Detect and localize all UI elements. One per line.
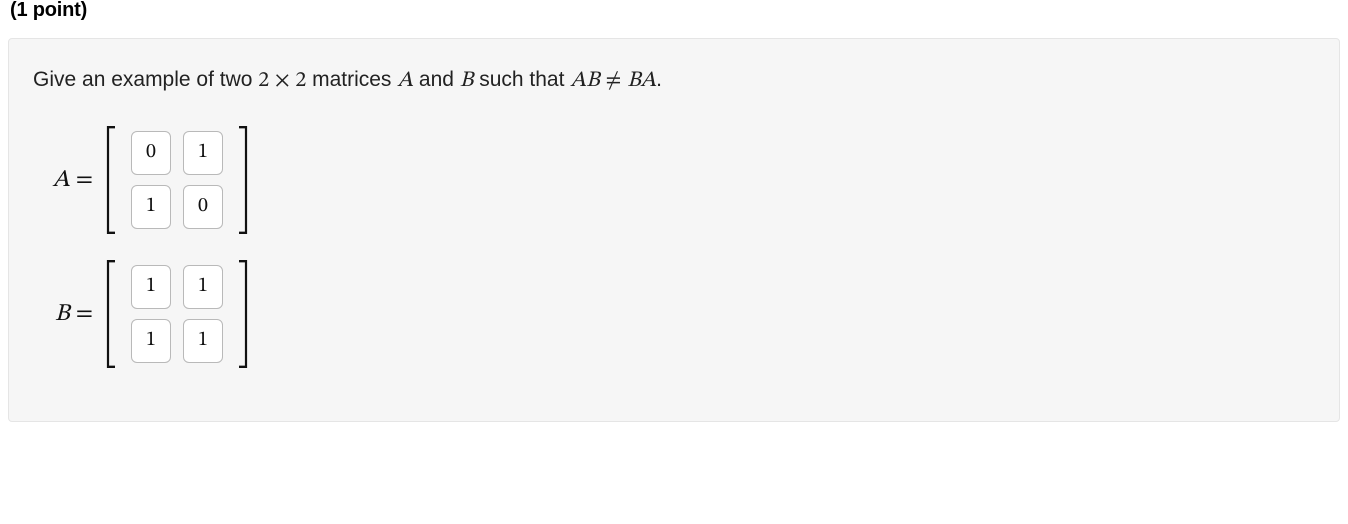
left-bracket-icon — [105, 259, 117, 369]
matrix-A-grid — [127, 125, 227, 235]
matrix-B-label: B — [55, 302, 70, 326]
matrix-B-equation: B= — [41, 259, 1315, 369]
prompt-mid2: and — [413, 68, 460, 91]
matrix-A-cell-0-1[interactable] — [183, 131, 223, 175]
var-A: A — [397, 70, 413, 92]
matrix-A-cell-0-0[interactable] — [131, 131, 171, 175]
matrix-A-equation: A= — [41, 125, 1315, 235]
expr-AB: AB — [570, 70, 599, 92]
matrix-A-equals: = — [76, 168, 93, 192]
matrix-B-cell-0-1[interactable] — [183, 265, 223, 309]
neq-symbol: ≠ — [606, 66, 622, 97]
right-bracket-icon — [237, 125, 249, 235]
expr-BA: BA — [627, 70, 656, 92]
matrix-B-grid — [127, 259, 227, 369]
points-label: (1 point) — [8, 0, 1340, 38]
matrix-A-lhs: A= — [41, 165, 95, 195]
right-bracket-icon — [237, 259, 249, 369]
var-B: B — [460, 70, 474, 92]
matrix-B-equals: = — [76, 302, 93, 326]
prompt-mid1: matrices — [306, 68, 397, 91]
prompt-prefix: Give an example of two — [33, 68, 258, 91]
matrix-B-lhs: B= — [41, 299, 95, 329]
matrix-A-cell-1-0[interactable] — [131, 185, 171, 229]
matrix-A-label: A — [52, 168, 69, 192]
problem-prompt: Give an example of two 2 × 2 matrices A … — [33, 65, 1315, 97]
problem-box: Give an example of two 2 × 2 matrices A … — [8, 38, 1340, 422]
matrix-B-cell-1-1[interactable] — [183, 319, 223, 363]
matrix-dimension: 2 × 2 — [258, 70, 306, 92]
prompt-mid3: such that — [473, 68, 570, 91]
prompt-suffix: . — [656, 68, 662, 91]
matrix-B-cell-1-0[interactable] — [131, 319, 171, 363]
matrix-B-cell-0-0[interactable] — [131, 265, 171, 309]
matrix-A-cell-1-1[interactable] — [183, 185, 223, 229]
left-bracket-icon — [105, 125, 117, 235]
